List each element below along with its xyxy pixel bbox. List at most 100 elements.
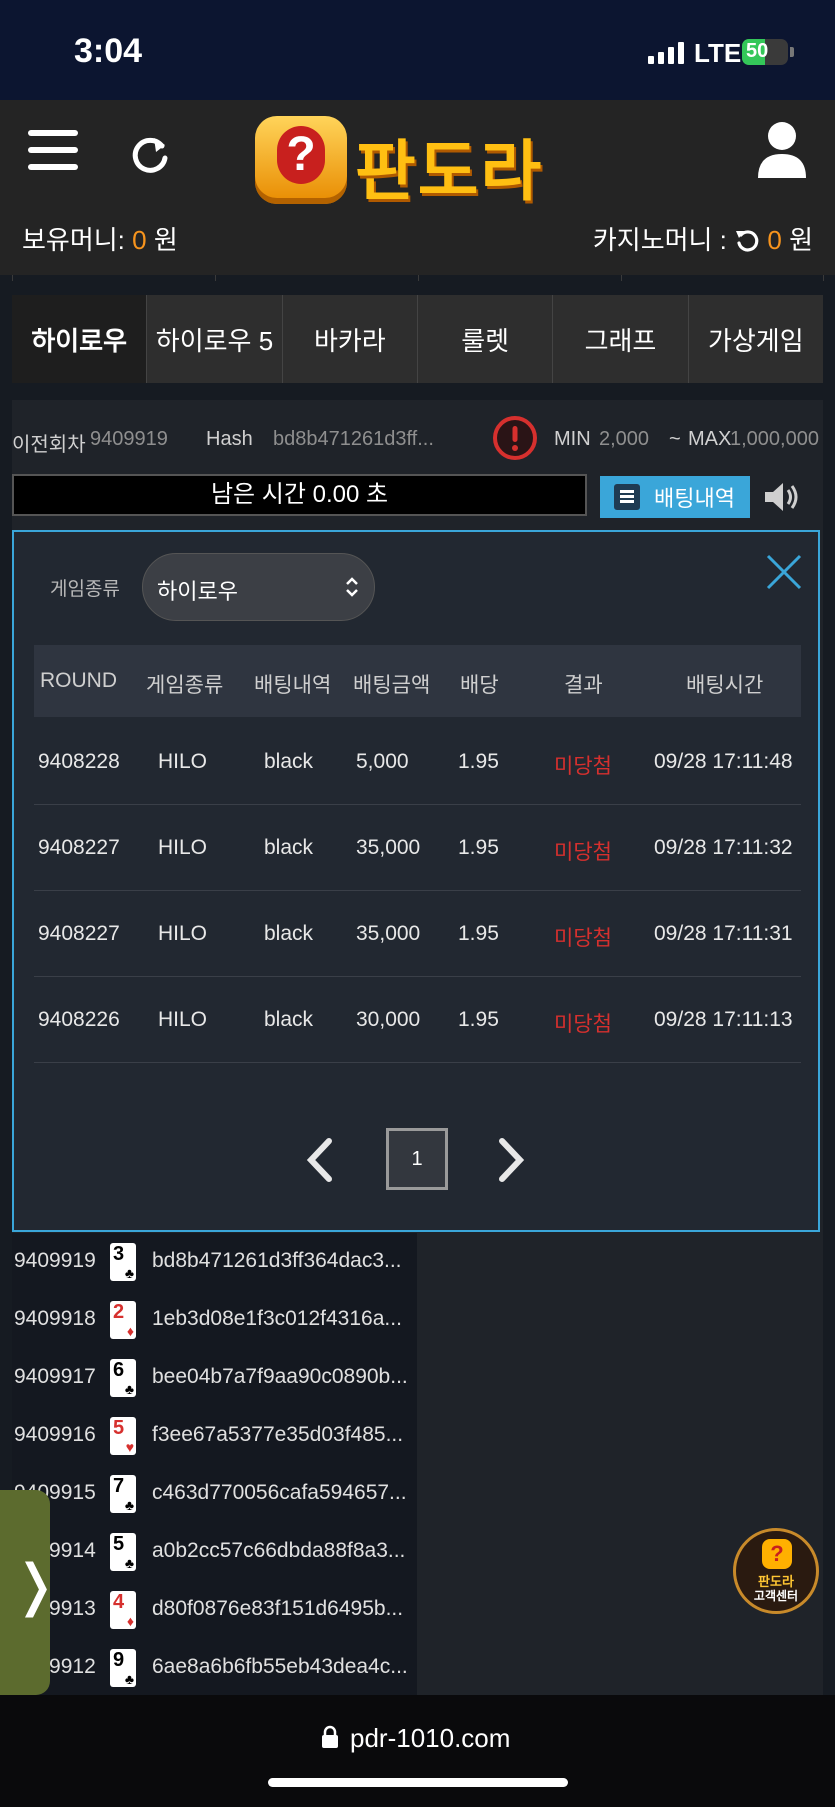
history-row: 9409919 3 ♣ bd8b471261d3ff364dac3... [12, 1233, 417, 1292]
customer-center-icon[interactable]: ? 판도라 고객센터 [733, 1528, 819, 1614]
lock-icon [322, 1725, 338, 1748]
chevron-right-icon: ❭ [12, 1553, 59, 1616]
game-tabs: 하이로우 하이로우 5 바카라 룰렛 그래프 가상게임 [12, 295, 823, 383]
home-indicator[interactable] [268, 1778, 568, 1787]
tab-baccarat[interactable]: 바카라 [282, 295, 418, 383]
cell-game-type: HILO [158, 750, 208, 773]
col-bet-time: 배팅시간 [686, 674, 764, 697]
cell-game-type: HILO [158, 922, 208, 945]
cell-bet-amount: 35,000 [356, 922, 421, 945]
cell-bet-time: 09/28 17:11:48 [654, 750, 793, 773]
history-round: 9409916 [14, 1423, 96, 1446]
casino-money-unit: 원 [781, 225, 813, 255]
card-suit: ♥ [125, 1439, 134, 1455]
bet-history-label: 배팅내역 [654, 486, 735, 511]
cell-odds: 1.95 [458, 1008, 499, 1031]
user-icon[interactable] [756, 120, 808, 180]
holding-money: 보유머니: 0 원 [22, 220, 178, 257]
tab-virtual-game[interactable]: 가상게임 [688, 295, 823, 383]
history-row: 9409918 2 ♦ 1eb3d08e1f3c012f4316a... [12, 1291, 417, 1350]
battery-level: 50 [746, 40, 769, 62]
logo-question-icon: ? [255, 116, 347, 204]
holding-money-label: 보유머니: [22, 225, 133, 255]
refresh-icon[interactable] [128, 132, 172, 176]
table-row: 9408227 HILO black 35,000 1.95 미당첨 09/28… [34, 804, 801, 891]
history-row: 9409914 5 ♣ a0b2cc57c66dbda88f8a3... [12, 1523, 417, 1582]
card-rank: 9 [113, 1649, 125, 1671]
history-hash[interactable]: d80f0876e83f151d6495b... [152, 1597, 403, 1621]
min-label: MIN [554, 428, 591, 450]
game-type-label: 게임종류 [50, 579, 120, 600]
card-rank: 5 [113, 1533, 125, 1555]
alert-icon[interactable] [492, 415, 538, 461]
card-suit: ♣ [124, 1671, 134, 1687]
cell-bet-choice: black [264, 836, 314, 859]
cell-bet-choice: black [264, 922, 314, 945]
playing-card-icon: 5 ♥ [110, 1417, 136, 1455]
browser-url-bar[interactable]: pdr-1010.com [0, 1695, 835, 1807]
brand-logo[interactable]: ? 판도라 [255, 112, 585, 208]
chevron-left-icon[interactable] [305, 1137, 335, 1183]
bet-history-button[interactable]: 배팅내역 [600, 476, 750, 518]
hamburger-menu-icon[interactable] [28, 130, 78, 176]
card-suit: ♦ [126, 1613, 134, 1629]
history-hash[interactable]: 6ae8a6b6fb55eb43dea4c... [152, 1655, 408, 1679]
history-hash[interactable]: f3ee67a5377e35d03f485... [152, 1423, 403, 1447]
cell-result: 미당첨 [554, 841, 612, 864]
col-round: ROUND [40, 669, 117, 692]
card-rank: 7 [113, 1475, 125, 1497]
table-header: ROUND 게임종류 배팅내역 배팅금액 배당 결과 배팅시간 [34, 645, 801, 717]
customer-center-label: 고객센터 [753, 1589, 799, 1603]
cell-bet-amount: 35,000 [356, 836, 421, 859]
history-hash[interactable]: 1eb3d08e1f3c012f4316a... [152, 1307, 402, 1331]
chevron-right-icon[interactable] [496, 1137, 526, 1183]
history-hash[interactable]: bd8b471261d3ff364dac3... [152, 1249, 402, 1273]
history-row: 9409916 5 ♥ f3ee67a5377e35d03f485... [12, 1407, 417, 1466]
playing-card-icon: 4 ♦ [110, 1591, 136, 1629]
history-row: 9409915 7 ♣ c463d770056cafa594657... [12, 1465, 417, 1524]
side-drawer-tab[interactable]: ❭ [0, 1490, 59, 1695]
casino-money-value: 0 [767, 225, 782, 255]
cell-bet-time: 09/28 17:11:13 [654, 1008, 793, 1031]
game-type-select[interactable]: 하이로우 [142, 553, 375, 621]
prev-round-label: 이전회차 [12, 434, 86, 456]
history-hash[interactable]: c463d770056cafa594657... [152, 1481, 407, 1505]
history-hash[interactable]: bee04b7a7f9aa90c0890b... [152, 1365, 408, 1389]
card-suit: ♦ [126, 1323, 134, 1339]
cell-game-type: HILO [158, 1008, 208, 1031]
speaker-icon[interactable] [763, 480, 801, 514]
history-round: 9409919 [14, 1249, 96, 1272]
signal-icon [648, 40, 684, 64]
col-game-type: 게임종류 [146, 674, 224, 697]
card-rank: 6 [113, 1359, 125, 1381]
tab-hilo5[interactable]: 하이로우 5 [147, 295, 283, 383]
casino-money: 카지노머니 : 0 원 [593, 220, 813, 257]
battery-tip [790, 47, 794, 57]
cell-result: 미당첨 [554, 927, 612, 950]
close-icon[interactable] [764, 552, 804, 592]
network-label: LTE [694, 38, 742, 68]
cell-result: 미당첨 [554, 1013, 612, 1036]
col-result: 결과 [564, 674, 603, 697]
card-suit: ♣ [124, 1497, 134, 1513]
tab-hilo[interactable]: 하이로우 [12, 295, 148, 383]
card-rank: 2 [113, 1301, 125, 1323]
casino-refresh-icon[interactable] [734, 227, 760, 253]
tab-graph[interactable]: 그래프 [553, 295, 689, 383]
history-hash[interactable]: a0b2cc57c66dbda88f8a3... [152, 1539, 405, 1563]
range-separator: ~ [669, 428, 681, 450]
history-round: 9409918 [14, 1307, 96, 1330]
card-suit: ♣ [124, 1381, 134, 1397]
remaining-time: 남은 시간 0.00 초 [12, 474, 587, 516]
status-time: 3:04 [74, 32, 143, 70]
tab-roulette[interactable]: 룰렛 [417, 295, 554, 383]
cell-odds: 1.95 [458, 922, 499, 945]
history-row: 9409912 9 ♣ 6ae8a6b6fb55eb43dea4c... [12, 1639, 417, 1698]
card-suit: ♣ [124, 1555, 134, 1571]
cell-bet-choice: black [264, 750, 314, 773]
casino-money-label: 카지노머니 : [592, 225, 735, 255]
round-info: 이전회차 9409919 Hash bd8b471261d3ff... MIN … [12, 410, 823, 470]
pagination-page[interactable]: 1 [386, 1128, 448, 1190]
card-rank: 3 [113, 1243, 125, 1265]
playing-card-icon: 9 ♣ [110, 1649, 136, 1687]
